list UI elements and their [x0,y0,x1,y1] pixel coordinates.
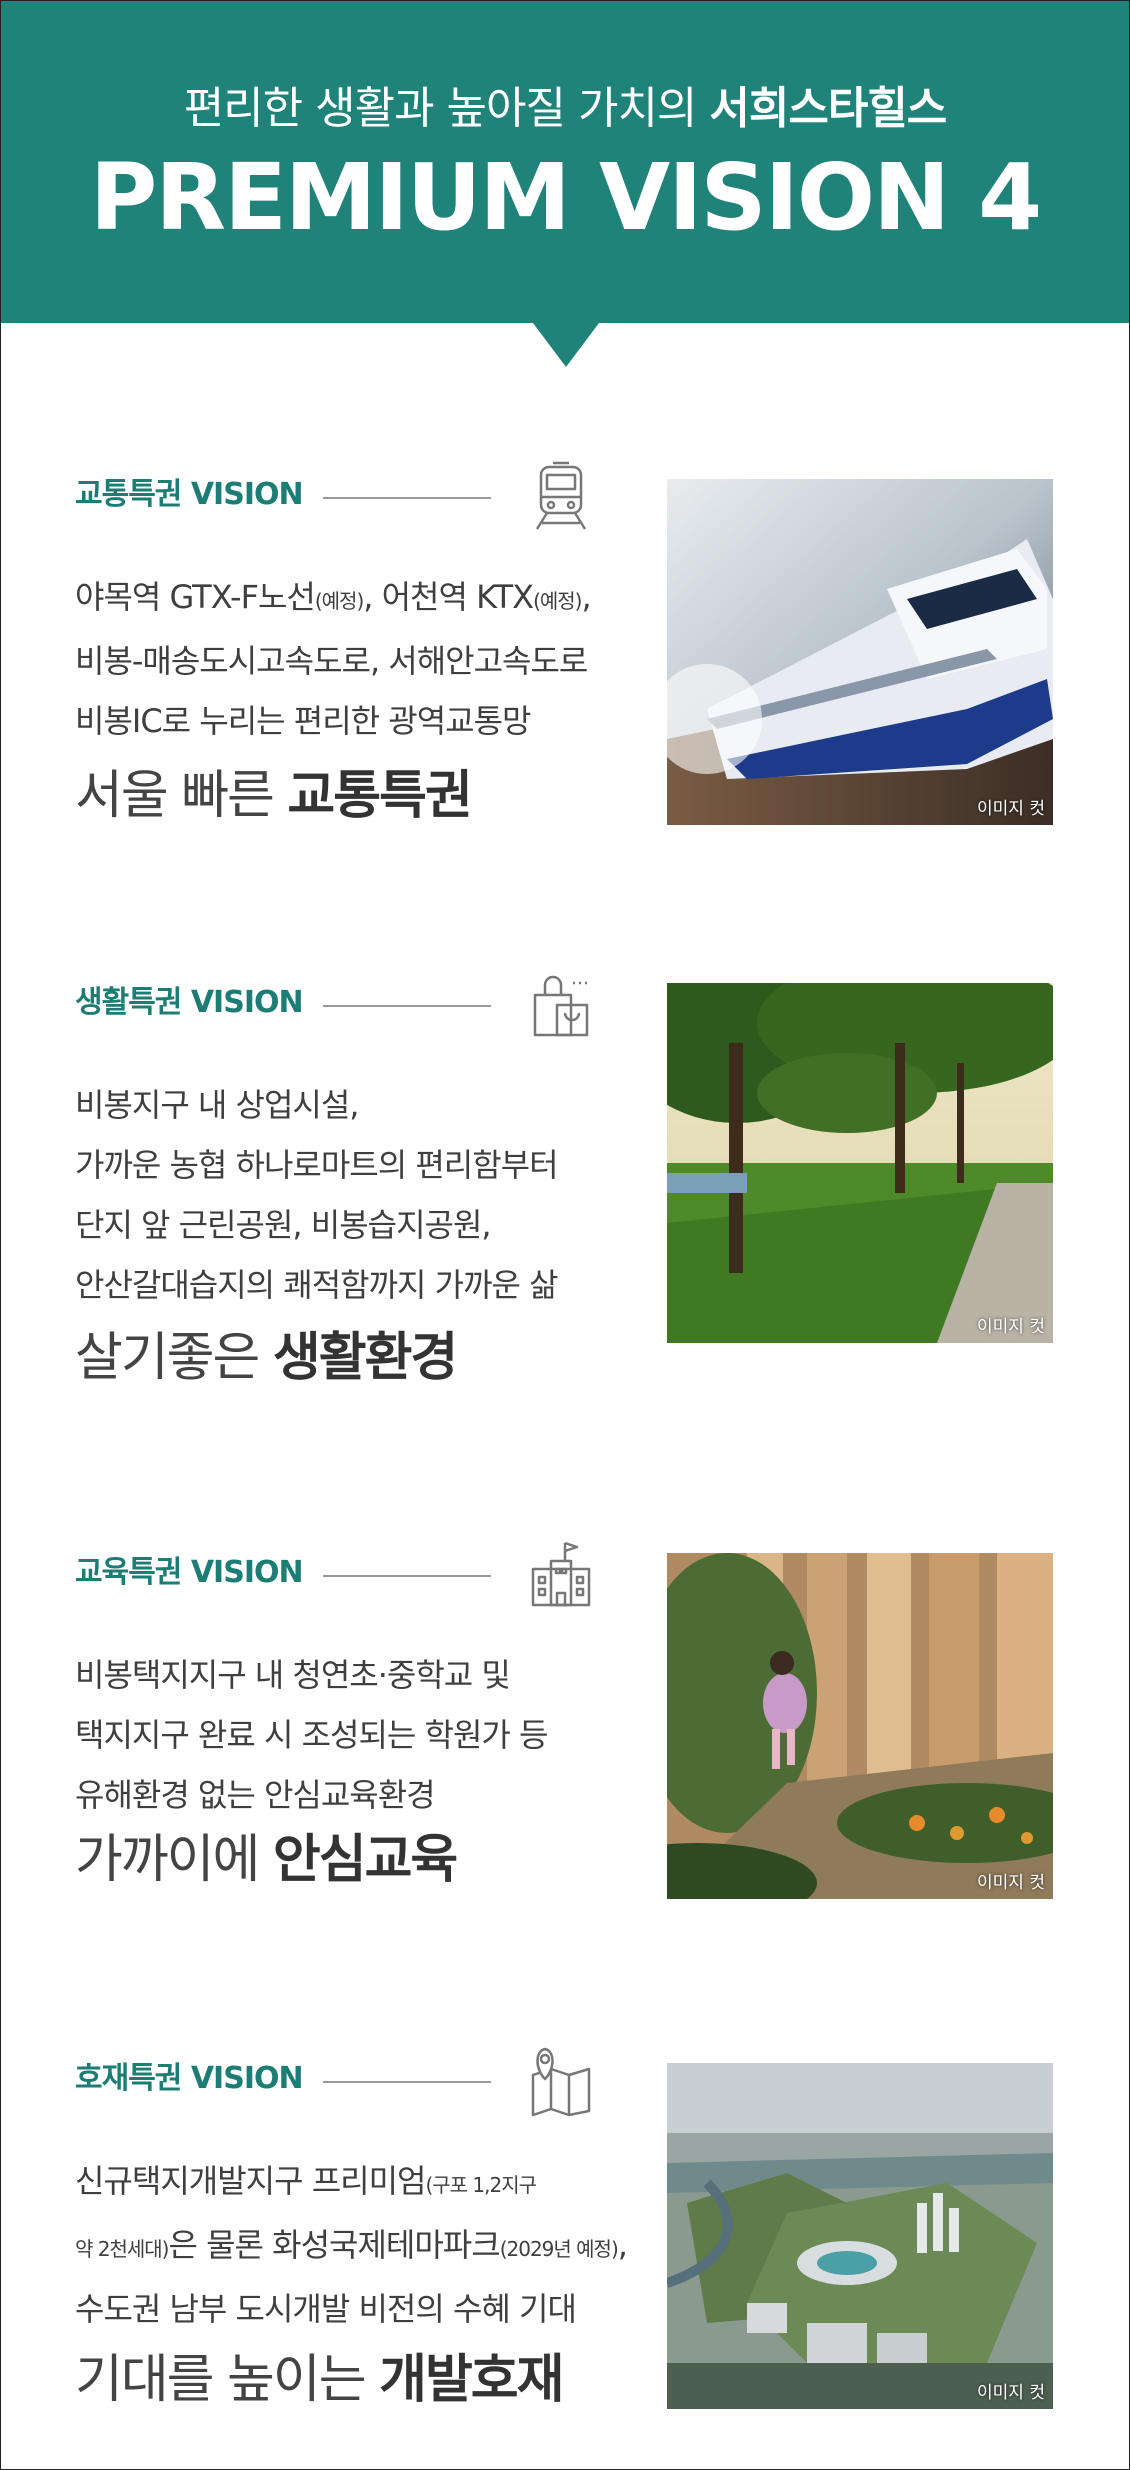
shopping-bag-icon [533,975,589,1037]
vision-headline: 살기좋은 생활환경 [75,1328,458,1388]
vision-label: 교통특권 VISION [75,477,304,512]
school-path-photo: 이미지 컷 [667,1553,1053,1899]
vision-headline: 가까이에 안심교육 [75,1830,458,1890]
vision-description: 비봉택지지구 내 청연초·중학교 및 택지지구 완료 시 조성되는 학원가 등 … [75,1656,548,1814]
aerial-development-photo: 이미지 컷 [667,2063,1053,2409]
header-subtitle: 편리한 생활과 높아질 가치의 서희스타힐스 [183,83,948,134]
divider-line [323,1575,491,1577]
vision-label: 호재특권 VISION [75,2061,304,2096]
image-caption: 이미지 컷 [977,1317,1045,1337]
park-photo: 이미지 컷 [667,983,1053,1343]
vision-headline: 서울 빠른 교통특권 [75,766,473,826]
header-title: PREMIUM VISION 4 [89,144,1042,251]
page: 편리한 생활과 높아질 가치의 서희스타힐스 PREMIUM VISION 4 … [0,0,1130,2470]
image-caption: 이미지 컷 [977,799,1045,819]
header-pointer [530,319,602,367]
image-caption: 이미지 컷 [977,1873,1045,1893]
divider-line [323,1005,491,1007]
vision-section-education: 교육특권 VISION 비봉택지지구 내 청연초·중학교 및 택지지구 완료 시… [1,1519,1129,1919]
school-building-icon [531,1541,591,1607]
vision-description: 비봉지구 내 상업시설, 가까운 농협 하나로마트의 편리함부터 단지 앞 근린… [75,1086,559,1304]
train-photo: 이미지 컷 [667,479,1053,825]
vision-label: 교육특권 VISION [75,1555,304,1590]
vision-section-living: 생활특권 VISION 비봉지구 내 상업시설, 가까운 농협 하나로마트의 편… [1,949,1129,1388]
vision-section-development: 호재특권 VISION 신규택지개발지구 프리미엄(구포 1,2지구 약 2천세… [1,2025,1129,2425]
train-icon [535,461,587,530]
vision-headline: 기대를 높이는 개발호재 [75,2350,564,2410]
vision-label: 생활특권 VISION [75,985,304,1020]
divider-line [323,497,491,499]
divider-line [323,2081,491,2083]
vision-section-transport: 교통특권 VISION 야목역 GTX-F노선(예정), 어천역 KTX(예정)… [1,441,1129,841]
header-banner: 편리한 생활과 높아질 가치의 서희스타힐스 PREMIUM VISION 4 [1,1,1129,323]
map-pin-icon [531,2047,591,2117]
image-caption: 이미지 컷 [977,2383,1045,2403]
vision-description: 야목역 GTX-F노선(예정), 어천역 KTX(예정), 비봉-매송도시고속도… [75,578,592,740]
vision-description: 신규택지개발지구 프리미엄(구포 1,2지구 약 2천세대)은 물론 화성국제테… [75,2162,628,2328]
